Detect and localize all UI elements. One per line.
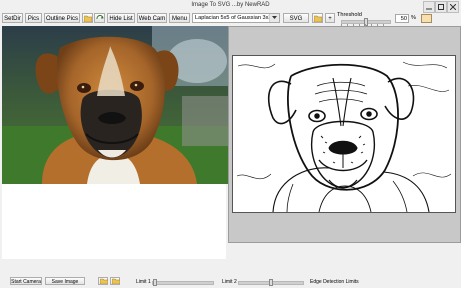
filter-select-arrow[interactable] [269, 14, 279, 22]
color-swatch[interactable] [421, 14, 432, 23]
limit1-label: Limit 1 [136, 279, 151, 285]
bottom-bar: Start Camera Save Image Limit 1 Limit 2 … [0, 276, 461, 288]
minimize-icon [426, 8, 432, 10]
folder-icon [100, 278, 108, 284]
limit2-label: Limit 2 [222, 279, 237, 285]
edge-detection-limits-label: Edge Detection Limits [310, 279, 359, 285]
outline-pics-button[interactable]: Outline Pics [44, 13, 80, 23]
limit2-slider[interactable] [238, 279, 304, 286]
svg-button[interactable]: SVG [283, 13, 309, 23]
refresh-icon [96, 15, 104, 20]
limit2-slider-thumb[interactable] [269, 279, 273, 286]
threshold-label: Threshold [337, 12, 362, 18]
edge-sketch [232, 55, 456, 213]
web-cam-button[interactable]: Web Cam [137, 13, 167, 23]
setdir-button[interactable]: SetDir [2, 13, 23, 23]
title-bar: Image To SVG ...by NewRAD [0, 0, 461, 13]
open-image-button[interactable] [98, 277, 108, 285]
output-image-panel [228, 26, 461, 243]
save-folder-button[interactable] [110, 277, 120, 285]
edge-detection-sketch [233, 56, 455, 212]
hide-list-button[interactable]: Hide List [107, 13, 135, 23]
threshold-input[interactable]: 50 [395, 14, 409, 23]
window-title: Image To SVG ...by NewRAD [191, 2, 270, 8]
folder-icon [314, 15, 322, 22]
close-icon [450, 4, 456, 10]
menu-button[interactable]: Menu [169, 13, 190, 23]
open-folder-button[interactable] [82, 13, 93, 23]
refresh-button[interactable] [94, 13, 105, 23]
limit1-slider-thumb[interactable] [153, 279, 157, 286]
save-image-button[interactable]: Save Image [45, 277, 85, 285]
threshold-unit: % [411, 15, 416, 21]
folder-icon [84, 15, 92, 22]
filter-select-value: Laplacian 5x5 of Gaussian 3x3 [195, 15, 272, 21]
folder-icon [112, 278, 120, 284]
start-camera-button[interactable]: Start Camera [10, 277, 42, 285]
window-controls [423, 1, 459, 13]
boxer-dog-photo [2, 26, 228, 184]
filter-select[interactable]: Laplacian 5x5 of Gaussian 3x3 [192, 13, 280, 23]
source-image-panel [2, 26, 228, 259]
plus-button[interactable]: + [325, 13, 335, 23]
chevron-down-icon [272, 16, 277, 19]
maximize-icon [438, 4, 444, 10]
save-folder-button[interactable] [312, 13, 323, 23]
pics-button[interactable]: Pics [25, 13, 42, 23]
toolbar: SetDir Pics Outline Pics Hide List Web C… [0, 12, 461, 26]
limit1-slider[interactable] [152, 279, 214, 286]
source-photo [2, 26, 228, 184]
app-window: Image To SVG ...by NewRAD SetDir Pics Ou… [0, 0, 461, 288]
